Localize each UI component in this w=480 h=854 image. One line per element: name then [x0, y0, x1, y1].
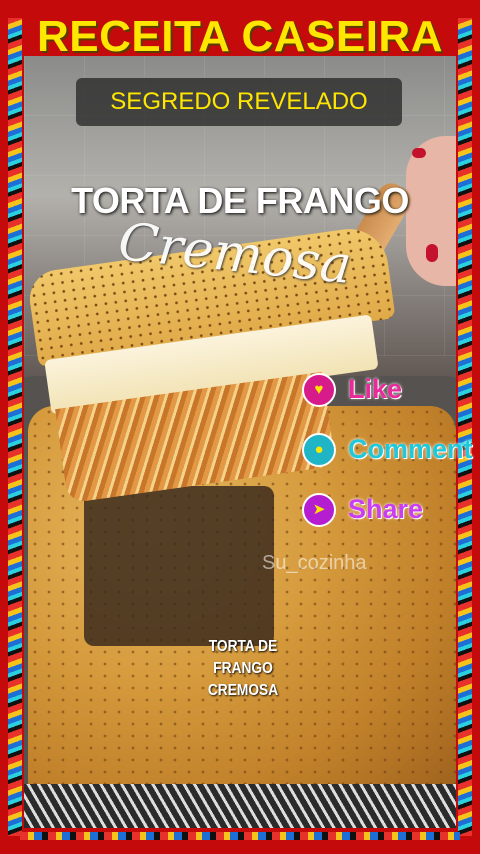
caption: TORTA DE FRANGO CREMOSA	[187, 636, 299, 702]
frame-stripe-bottom	[20, 832, 460, 840]
like-label: Like	[348, 374, 403, 404]
dish-title: TORTA DE FRANGO	[71, 180, 409, 221]
send-icon: ➤	[302, 493, 336, 527]
share-label: Share	[348, 494, 424, 524]
watermark: Su_cozinha	[262, 552, 367, 574]
frame-stripe-right	[458, 18, 472, 836]
subtitle-banner: SEGREDO REVELADO	[76, 78, 402, 126]
search-bubble-icon: ●	[302, 433, 336, 467]
comment-label: Comment	[348, 434, 473, 464]
comment-button[interactable]: ● Comment	[302, 430, 480, 470]
frame-stripe-left	[8, 18, 22, 836]
caption-line2: CREMOSA	[207, 682, 279, 699]
like-button[interactable]: ♥ Like	[302, 370, 480, 410]
basket-edge	[24, 784, 456, 828]
heart-icon: ♥	[302, 373, 336, 407]
caption-line1: TORTA DE FRANGO	[208, 638, 278, 677]
share-button[interactable]: ➤ Share	[302, 490, 480, 530]
video-title: RECEITA CASEIRA	[37, 12, 443, 61]
